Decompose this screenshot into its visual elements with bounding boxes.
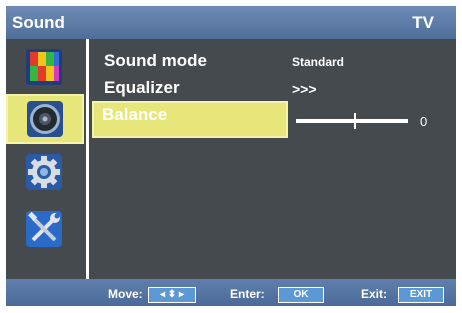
osd-panel (6, 6, 456, 306)
sidebar-item-setup[interactable] (22, 150, 66, 194)
exit-hint-label: Exit: (361, 287, 388, 301)
ok-key-button[interactable]: OK (278, 287, 324, 303)
row-equalizer-arrows: >>> (292, 81, 317, 97)
balance-slider-track[interactable] (296, 119, 408, 123)
balance-slider-thumb[interactable] (354, 113, 356, 129)
move-key-icon: ◂ ⬍ ▸ (148, 287, 196, 303)
balance-value: 0 (420, 114, 428, 129)
menu-title: Sound (12, 13, 65, 32)
row-balance-label: Balance (102, 105, 168, 124)
sidebar-item-picture[interactable] (22, 45, 66, 89)
move-hint-label: Move: (108, 287, 143, 301)
gear-icon (26, 154, 62, 190)
row-balance[interactable]: Balance (92, 101, 288, 138)
picture-icon (26, 49, 62, 85)
row-sound-mode-value: Standard (292, 55, 345, 69)
exit-key-button[interactable]: EXIT (398, 287, 444, 303)
sidebar-item-tools[interactable] (22, 207, 66, 251)
osd-header: Sound TV (6, 6, 456, 39)
sidebar-item-sound[interactable] (6, 94, 84, 144)
row-sound-mode-label[interactable]: Sound mode (104, 51, 207, 71)
input-source-label: TV (412, 13, 434, 32)
tools-icon (26, 211, 62, 247)
footer-bar: Move: ◂ ⬍ ▸ Enter: OK Exit: EXIT (6, 279, 456, 306)
speaker-icon (27, 101, 63, 137)
sidebar-divider (86, 39, 89, 279)
row-equalizer-label[interactable]: Equalizer (104, 78, 180, 98)
enter-hint-label: Enter: (230, 287, 265, 301)
